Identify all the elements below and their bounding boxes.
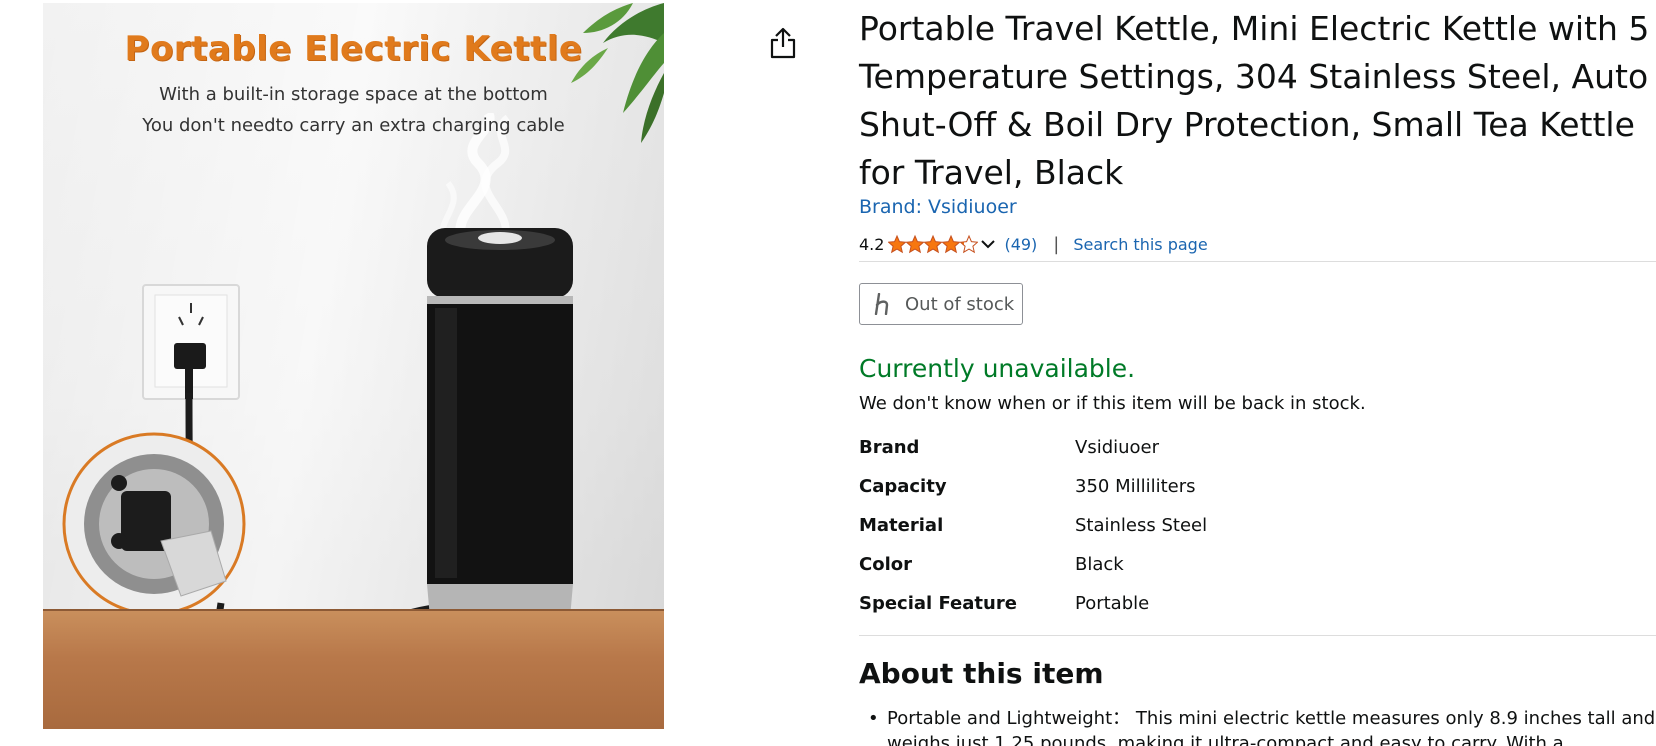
rating-row: 4.2 (49) | Search this page	[859, 232, 1208, 256]
about-bullet-text: Portable and Lightweight： This mini elec…	[887, 708, 1656, 746]
honey-h-icon	[874, 293, 889, 315]
spec-row: Color Black	[859, 554, 1656, 593]
image-headline: Portable Electric Kettle	[124, 29, 583, 69]
rating-value: 4.2	[859, 234, 885, 254]
star-rating[interactable]	[888, 234, 979, 254]
star-icon	[905, 234, 926, 254]
product-spec-table: Brand Vsidiuoer Capacity 350 Milliliters…	[859, 437, 1656, 632]
spec-value: Vsidiuoer	[1075, 437, 1160, 458]
wall-socket-illustration	[142, 284, 240, 400]
out-of-stock-label: Out of stock	[905, 293, 1015, 315]
spec-row: Brand Vsidiuoer	[859, 437, 1656, 476]
about-heading: About this item	[859, 657, 1104, 690]
spec-key: Capacity	[859, 476, 947, 497]
star-icon	[959, 234, 979, 254]
spec-value: Portable	[1075, 593, 1150, 614]
share-button[interactable]	[767, 26, 799, 60]
star-icon	[941, 234, 962, 254]
availability-note: We don't know when or if this item will …	[859, 393, 1366, 414]
out-of-stock-button[interactable]: Out of stock	[859, 283, 1023, 325]
spec-value: Stainless Steel	[1075, 515, 1208, 536]
spec-value: 350 Milliliters	[1075, 476, 1196, 497]
image-caption-line-2: You don't needto carry an extra charging…	[142, 115, 565, 136]
product-title: Portable Travel Kettle, Mini Electric Ke…	[859, 9, 1650, 192]
spec-key: Color	[859, 554, 912, 575]
brand-link[interactable]: Brand: Vsidiuoer	[859, 196, 1017, 218]
review-count-link[interactable]: (49)	[1004, 235, 1037, 254]
chevron-down-icon[interactable]	[980, 238, 996, 250]
separator: |	[1053, 233, 1060, 255]
kettle-illustration	[427, 228, 573, 627]
availability-status: Currently unavailable.	[859, 354, 1136, 383]
star-icon	[923, 234, 944, 254]
spec-key: Material	[859, 515, 944, 536]
divider	[859, 261, 1656, 262]
spec-row: Capacity 350 Milliliters	[859, 476, 1656, 515]
spec-key: Special Feature	[859, 593, 1017, 614]
star-rating-icons	[888, 234, 979, 254]
storage-base-inset	[62, 432, 246, 616]
spec-row: Special Feature Portable	[859, 593, 1656, 632]
product-page: Portable Electric Kettle With a built-in…	[0, 0, 1656, 746]
tabletop	[43, 611, 664, 729]
spec-key: Brand	[859, 437, 920, 458]
bullet-dot: •	[868, 708, 879, 729]
star-icon	[888, 234, 908, 254]
image-caption-line-1: With a built-in storage space at the bot…	[159, 84, 548, 105]
share-icon	[770, 27, 796, 59]
product-image[interactable]: Portable Electric Kettle With a built-in…	[43, 3, 664, 729]
spec-row: Material Stainless Steel	[859, 515, 1656, 554]
spec-value: Black	[1075, 554, 1124, 575]
search-this-page-link[interactable]: Search this page	[1073, 235, 1207, 254]
divider	[859, 635, 1656, 636]
